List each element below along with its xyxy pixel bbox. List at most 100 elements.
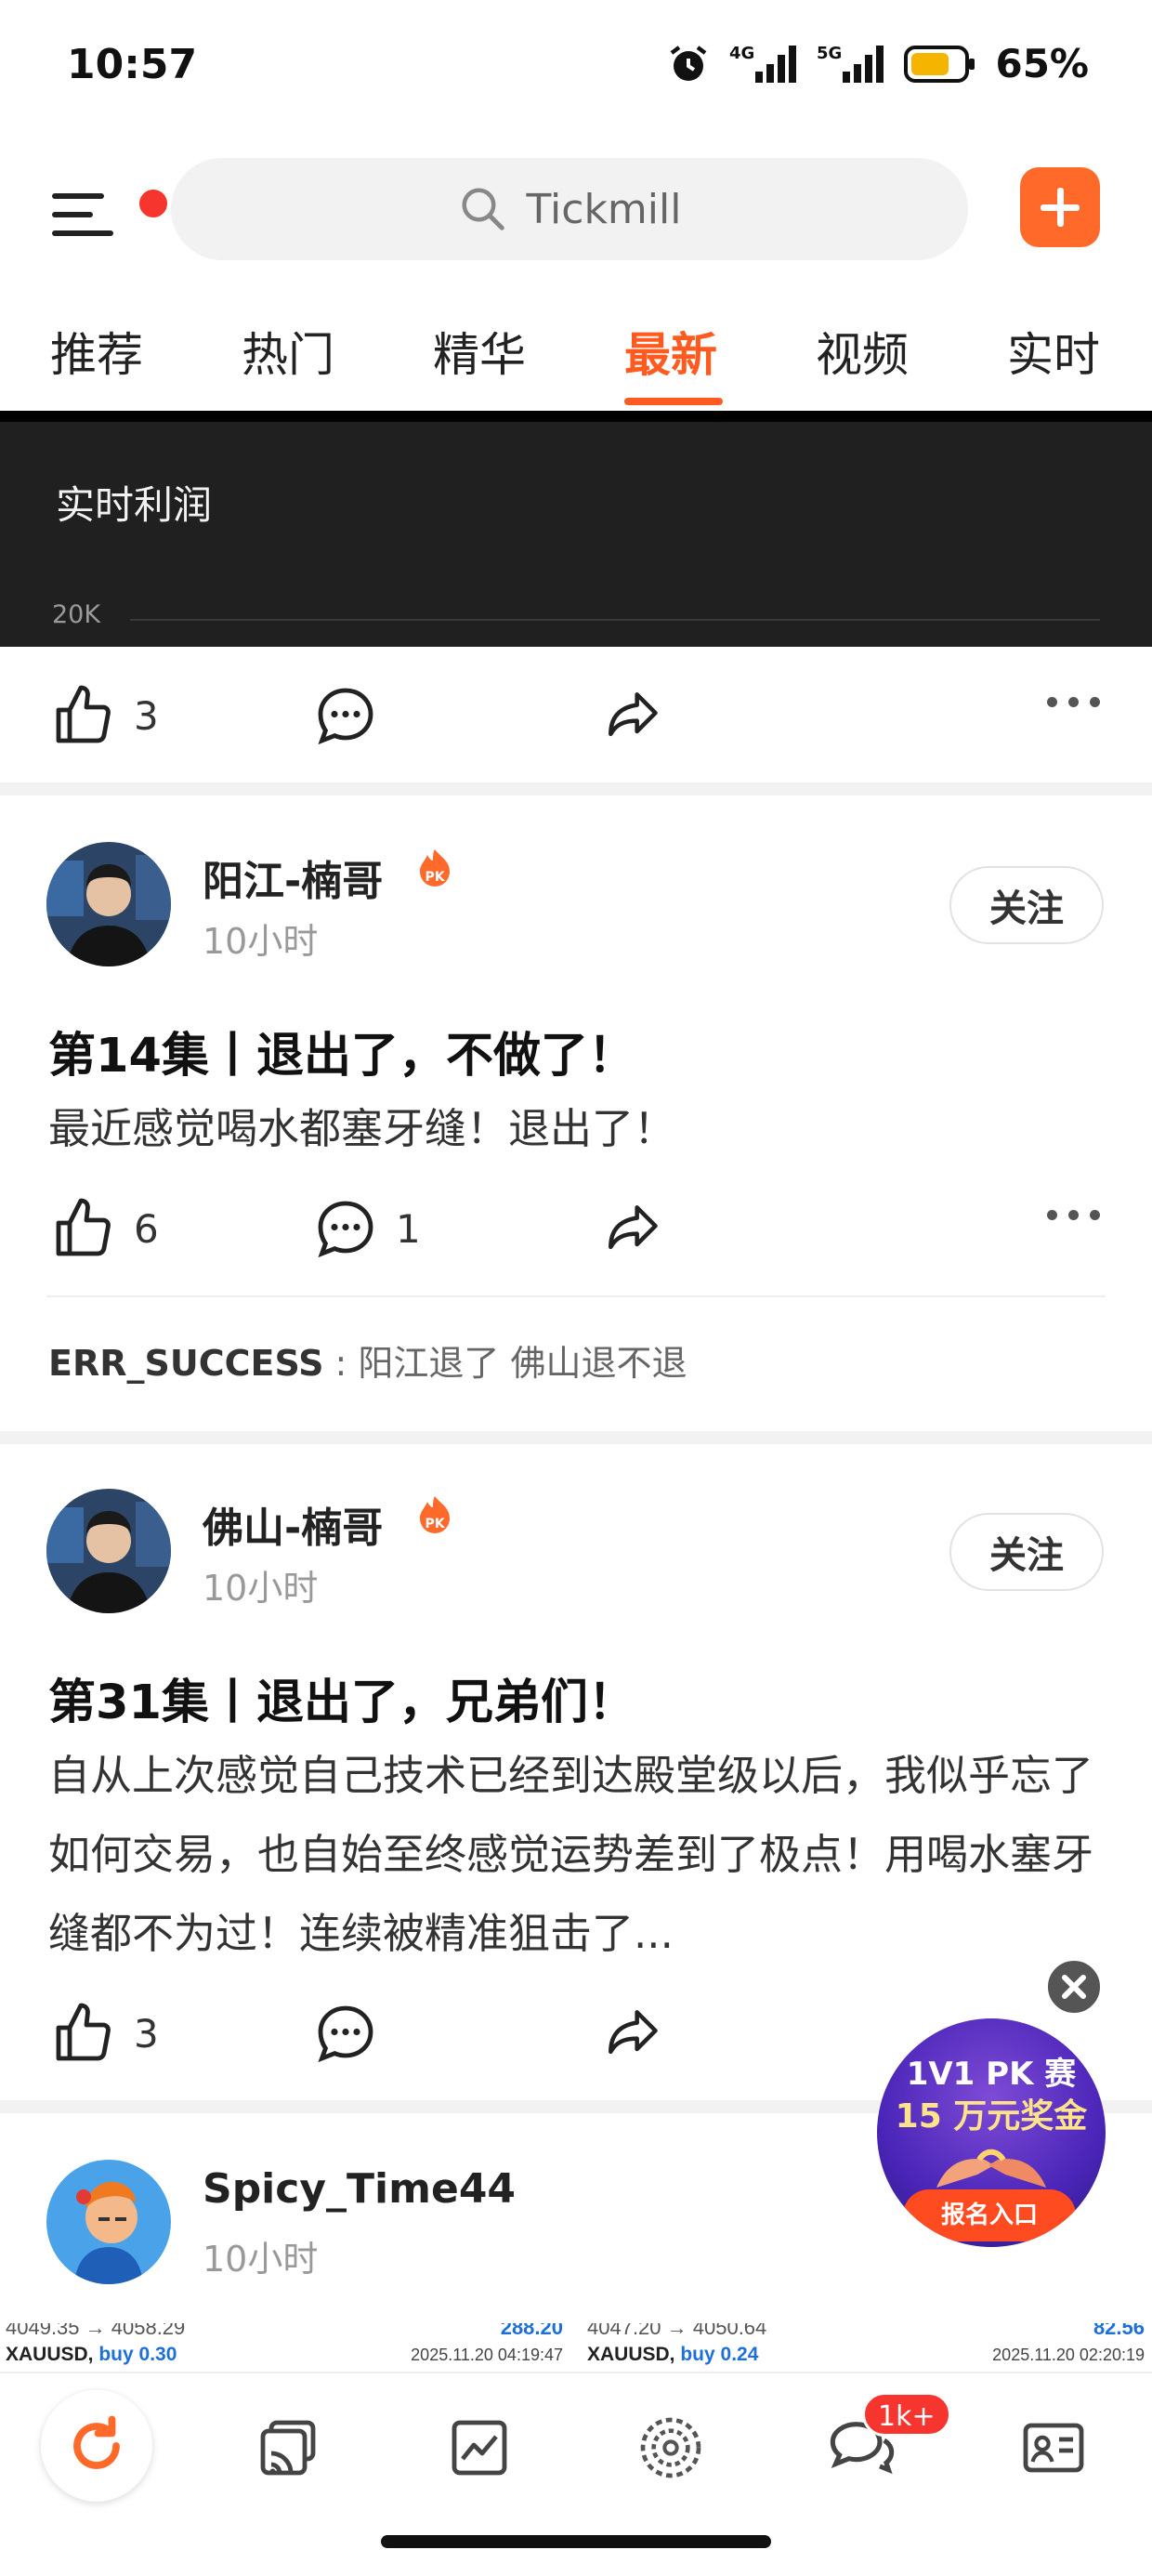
comment-icon <box>318 1201 373 1258</box>
share-icon <box>609 2010 658 2055</box>
trade-symbol-text: XAUUSD, <box>587 2344 675 2365</box>
post-body[interactable]: 自从上次感觉自己技术已经到达殿堂级以后，我似乎忘了如何交易，也自始至终感觉运势差… <box>48 1736 1107 1973</box>
like-button[interactable]: 3 <box>50 669 159 762</box>
card-top-border <box>0 411 1152 422</box>
like-button[interactable]: 6 <box>50 1182 159 1275</box>
comment-text: : 阳江退了 佛山退不退 <box>323 1343 687 1384</box>
post-actions: 6 1 <box>0 1182 1152 1275</box>
trade-price-range: 4047.20 → 4050.64 <box>587 2323 767 2339</box>
pk-contest-promo[interactable]: 1V1 PK 赛 15 万元奖金 报名入口 <box>877 2018 1106 2247</box>
comment-icon <box>318 688 373 745</box>
like-button[interactable]: 3 <box>50 1987 159 2080</box>
share-icon <box>609 692 658 737</box>
trade-symbol: XAUUSD, buy 0.30 <box>6 2344 177 2366</box>
refresh-icon <box>73 2415 120 2469</box>
promo-signup-button[interactable]: 报名入口 <box>903 2189 1076 2241</box>
avatar[interactable] <box>46 1489 171 1613</box>
tab-latest[interactable]: 最新 <box>624 318 717 385</box>
post-author[interactable]: 阳江-楠哥 <box>203 848 383 907</box>
status-time: 10:57 <box>67 41 198 88</box>
comment-button[interactable] <box>312 1987 379 2080</box>
svg-text:PK: PK <box>425 1517 445 1531</box>
user-avatar-photo <box>46 842 171 966</box>
comment-button[interactable]: 1 <box>312 1182 421 1275</box>
tab-hot[interactable]: 热门 <box>242 318 334 385</box>
like-count: 6 <box>134 1205 159 1252</box>
avatar[interactable] <box>46 2160 171 2284</box>
prev-post-actions: 3 <box>0 669 1152 762</box>
post-body[interactable]: 最近感觉喝水都塞牙缝！退出了！ <box>48 1089 1107 1168</box>
signal-5g-icon: 5G <box>817 44 884 83</box>
trade-profit: 288.20 <box>500 2323 563 2339</box>
active-tab-indicator <box>624 398 723 405</box>
add-post-button[interactable] <box>1020 167 1100 247</box>
share-icon <box>609 1205 658 1250</box>
live-cast-icon <box>260 2420 316 2476</box>
trade-side: buy 0.24 <box>680 2344 759 2365</box>
trade-price-range: 4049.35 → 4058.29 <box>6 2323 186 2339</box>
post-author[interactable]: Spicy_Time44 <box>203 2165 516 2213</box>
follow-button[interactable]: 关注 <box>949 1513 1104 1591</box>
post-author[interactable]: 佛山-楠哥 <box>203 1494 383 1554</box>
top-comment[interactable]: ERR_SUCCESS : 阳江退了 佛山退不退 <box>48 1334 687 1386</box>
avatar[interactable] <box>46 842 171 966</box>
tab-recommend[interactable]: 推荐 <box>50 318 143 385</box>
chart-card-title: 实时利润 <box>56 482 213 528</box>
trade-snapshot[interactable]: 4049.35 → 4058.29 288.20 XAUUSD, buy 0.3… <box>0 2323 570 2372</box>
battery-icon <box>904 45 975 83</box>
message-badge: 1k+ <box>862 2392 951 2437</box>
share-button[interactable] <box>600 1182 663 1275</box>
profile-card-icon <box>1023 2423 1084 2473</box>
chart-icon <box>452 2420 507 2476</box>
post-title[interactable]: 第14集丨退出了，不做了！ <box>48 1017 635 1085</box>
trade-date: 2025.11.20 02:20:19 <box>992 2346 1145 2364</box>
close-icon <box>1062 1975 1086 1999</box>
trade-snapshot[interactable]: 4047.20 → 4050.64 82.56 XAUUSD, buy 0.24… <box>582 2323 1152 2372</box>
more-options-button[interactable] <box>1047 697 1100 707</box>
tab-realtime[interactable]: 实时 <box>1007 318 1100 385</box>
trade-date: 2025.11.20 04:19:47 <box>411 2346 563 2364</box>
menu-button[interactable] <box>46 167 171 251</box>
share-button[interactable] <box>600 669 663 762</box>
comment-icon <box>318 2005 373 2063</box>
nav-live[interactable] <box>251 2411 325 2485</box>
comment-divider <box>46 1295 1106 1297</box>
nav-profile[interactable] <box>1016 2411 1091 2485</box>
follow-button[interactable]: 关注 <box>949 866 1104 944</box>
trade-symbol-text: XAUUSD, <box>6 2344 94 2365</box>
status-bar: 10:57 4G 5G 65% <box>0 0 1152 139</box>
comment-user[interactable]: ERR_SUCCESS <box>48 1343 323 1384</box>
profit-chart-card[interactable]: 实时利润 20K <box>0 411 1152 647</box>
thumbs-up-icon <box>56 2003 111 2061</box>
user-avatar-cartoon <box>46 2160 171 2284</box>
battery-percent: 65% <box>995 41 1089 86</box>
chart-axis-label: 20K <box>52 600 101 629</box>
pk-badge-icon: PK <box>420 849 450 887</box>
post-time: 10小时 <box>203 2239 319 2280</box>
feed-separator <box>0 782 1152 795</box>
share-button[interactable] <box>600 1987 663 2080</box>
nav-refresh-home[interactable] <box>41 2390 152 2502</box>
post-title[interactable]: 第31集丨退出了，兄弟们！ <box>48 1663 635 1732</box>
svg-text:4G: 4G <box>729 44 754 63</box>
home-indicator[interactable] <box>381 2535 771 2548</box>
comment-button[interactable] <box>312 669 379 762</box>
alarm-icon <box>671 45 707 81</box>
tab-video[interactable]: 视频 <box>816 318 909 385</box>
discover-icon <box>640 2417 701 2478</box>
chart-gridline <box>130 619 1100 621</box>
promo-prize: 15 万元奖金 <box>895 2097 1088 2136</box>
search-bar[interactable]: Tickmill <box>171 158 968 260</box>
promo-title: 1V1 PK 赛 <box>906 2056 1077 2093</box>
nav-market[interactable] <box>442 2411 517 2485</box>
promo-close-button[interactable] <box>1044 1957 1104 2017</box>
thumbs-up-icon <box>56 1198 111 1256</box>
more-options-button[interactable] <box>1047 1210 1100 1220</box>
tab-featured[interactable]: 精华 <box>433 318 526 385</box>
like-count: 3 <box>134 2010 159 2057</box>
status-icons: 4G 5G 65% <box>666 41 1089 86</box>
thumbs-up-icon <box>56 685 111 743</box>
nav-discover[interactable] <box>634 2411 708 2485</box>
handshake-icon <box>936 2149 1046 2188</box>
post-time: 10小时 <box>203 921 319 962</box>
